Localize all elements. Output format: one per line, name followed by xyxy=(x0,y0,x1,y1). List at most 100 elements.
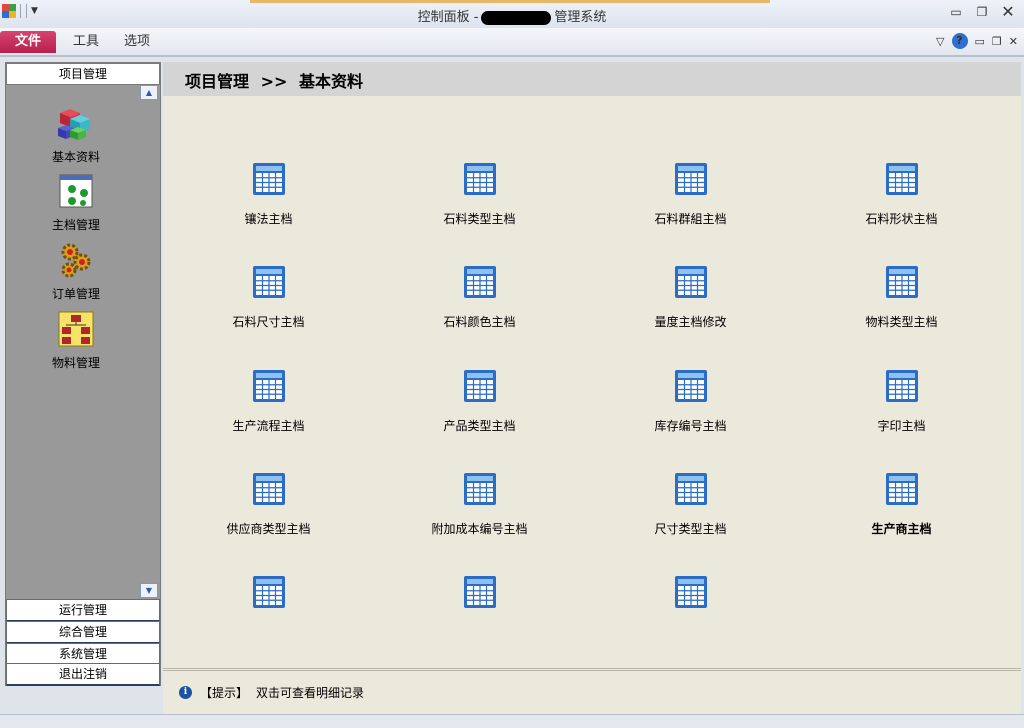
ribbon-tab-bar: 文件 工具 选项 ▽ ? ▭ ❐ ✕ xyxy=(0,28,1024,57)
tile-label: 附加成本编号主档 xyxy=(431,522,528,536)
tab-tools[interactable]: 工具 xyxy=(66,31,106,53)
tile-label: 物料类型主档 xyxy=(865,315,938,329)
ribbon-controls: ▽ ? ▭ ❐ ✕ xyxy=(936,33,1018,49)
window-title-suffix: 管理系统 xyxy=(554,10,607,25)
hint-tag: 【提示】 xyxy=(200,686,249,700)
tile-item[interactable]: 库存编号主档 xyxy=(585,369,796,434)
close-icon[interactable]: ✕ xyxy=(1009,35,1018,48)
table-grid-icon[interactable] xyxy=(463,162,497,196)
tile-item[interactable]: 生产流程主档 xyxy=(163,369,374,434)
tile-item[interactable] xyxy=(374,575,585,623)
scroll-up-icon[interactable]: ▲ xyxy=(140,85,158,100)
hint-bar: i 【提示】 双击可查看明细记录 xyxy=(163,668,1021,717)
table-grid-icon[interactable] xyxy=(674,162,708,196)
tile-label: 生产商主档 xyxy=(871,522,932,536)
scroll-down-icon[interactable]: ▼ xyxy=(140,583,158,598)
org-chart-icon xyxy=(58,311,94,347)
tile-label: 石料颜色主档 xyxy=(443,315,516,329)
breadcrumb-section[interactable]: 项目管理 xyxy=(185,72,249,91)
tile-item[interactable]: 石料颜色主档 xyxy=(374,265,585,330)
tile-label: 库存编号主档 xyxy=(654,419,727,433)
hint-text: 双击可查看明细记录 xyxy=(256,686,365,700)
sidebar-item-orders[interactable]: 订单管理 xyxy=(6,242,146,302)
tab-options[interactable]: 选项 xyxy=(117,31,157,53)
table-grid-icon[interactable] xyxy=(463,369,497,403)
tile-label: 尺寸类型主档 xyxy=(654,522,727,536)
tile-item[interactable]: 量度主档修改 xyxy=(585,265,796,330)
window-title: 控制面板 - 管理系统 xyxy=(0,6,1024,25)
sidebar-item-materials[interactable]: 物料管理 xyxy=(6,311,146,371)
tile-item[interactable] xyxy=(163,575,374,623)
hint-message: i 【提示】 双击可查看明细记录 xyxy=(179,684,364,701)
tile-item[interactable]: 石料尺寸主档 xyxy=(163,265,374,330)
tile-label: 石料尺寸主档 xyxy=(232,315,305,329)
tile-label: 产品类型主档 xyxy=(443,419,516,433)
breadcrumb-separator: >> xyxy=(260,72,288,91)
tab-file[interactable]: 文件 xyxy=(0,31,56,53)
table-grid-icon[interactable] xyxy=(252,369,286,403)
sidebar-item-master-files[interactable]: 主档管理 xyxy=(6,173,146,233)
table-grid-icon[interactable] xyxy=(674,472,708,506)
help-icon[interactable]: ? xyxy=(951,33,968,49)
tile-label: 生产流程主档 xyxy=(232,419,305,433)
title-accent-line xyxy=(250,0,770,3)
tile-item[interactable]: 石料群組主档 xyxy=(585,162,796,227)
tile-item[interactable]: 产品类型主档 xyxy=(374,369,585,434)
table-grid-icon[interactable] xyxy=(885,369,919,403)
tile-label: 石料群組主档 xyxy=(654,212,727,226)
sidebar-item-label: 基本资料 xyxy=(51,150,100,164)
table-grid-icon[interactable] xyxy=(252,575,286,609)
tile-label: 量度主档修改 xyxy=(654,315,727,329)
sidebar-group-operations[interactable]: 运行管理 xyxy=(6,599,160,622)
restore-icon[interactable]: ❐ xyxy=(974,4,990,20)
tile-item[interactable]: 石料类型主档 xyxy=(374,162,585,227)
gears-icon xyxy=(61,243,91,278)
tile-item[interactable]: 供应商类型主档 xyxy=(163,472,374,537)
tile-item[interactable]: 字印主档 xyxy=(796,369,1007,434)
table-grid-icon[interactable] xyxy=(463,472,497,506)
close-icon[interactable]: ✕ xyxy=(1000,4,1016,20)
tile-item[interactable]: 尺寸类型主档 xyxy=(585,472,796,537)
table-grid-icon[interactable] xyxy=(885,265,919,299)
tile-item[interactable] xyxy=(585,575,796,623)
table-grid-icon[interactable] xyxy=(674,265,708,299)
tile-item[interactable]: 镶法主档 xyxy=(163,162,374,227)
tile-item[interactable]: 附加成本编号主档 xyxy=(374,472,585,537)
info-icon: i xyxy=(179,686,192,699)
title-bar: ▼ 控制面板 - 管理系统 ▭ ❐ ✕ xyxy=(0,0,1024,29)
sidebar-group-general[interactable]: 综合管理 xyxy=(6,621,160,644)
table-grid-icon[interactable] xyxy=(252,472,286,506)
tile-label: 供应商类型主档 xyxy=(226,522,311,536)
breadcrumb-page: 基本资料 xyxy=(298,72,363,91)
tile-label: 镶法主档 xyxy=(244,212,293,226)
sidebar-header[interactable]: 项目管理 xyxy=(6,63,160,85)
minimize-icon[interactable]: ▭ xyxy=(975,35,985,48)
table-grid-icon[interactable] xyxy=(885,472,919,506)
sidebar-group-logout[interactable]: 退出注销 xyxy=(6,663,160,686)
sidebar-item-label: 订单管理 xyxy=(51,287,100,301)
restore-icon[interactable]: ❐ xyxy=(992,35,1002,48)
sidebar-item-basic-data[interactable]: 基本资料 xyxy=(6,105,146,165)
tile-item[interactable]: 生产商主档 xyxy=(796,472,1007,537)
breadcrumb: 项目管理 >> 基本资料 xyxy=(185,68,363,92)
status-bar xyxy=(0,714,1024,728)
table-grid-icon[interactable] xyxy=(252,265,286,299)
table-grid-icon[interactable] xyxy=(674,575,708,609)
table-grid-icon[interactable] xyxy=(252,162,286,196)
table-grid-icon[interactable] xyxy=(463,265,497,299)
minimize-icon[interactable]: ▭ xyxy=(948,4,964,20)
table-grid-icon[interactable] xyxy=(463,575,497,609)
cubes-icon xyxy=(58,109,90,140)
nodes-window-icon xyxy=(59,174,93,208)
tile-label: 石料类型主档 xyxy=(443,212,516,226)
sidebar: 项目管理 ▲ 基本资料 主档管理 订单管理 物料管理 ▼ 运行管理 综合管理 系… xyxy=(5,62,161,686)
tile-label: 字印主档 xyxy=(877,419,926,433)
content-area: 项目管理 >> 基本资料 镶法主档 石料类型主档 石料群組主档 石料形状主档石料尺寸主… xyxy=(163,62,1021,714)
window-controls: ▭ ❐ ✕ xyxy=(948,4,1016,20)
tile-item[interactable]: 物料类型主档 xyxy=(796,265,1007,330)
page-header: 项目管理 >> 基本资料 xyxy=(163,62,1021,96)
chevron-down-icon[interactable]: ▽ xyxy=(936,35,944,48)
table-grid-icon[interactable] xyxy=(885,162,919,196)
tile-item[interactable]: 石料形状主档 xyxy=(796,162,1007,227)
table-grid-icon[interactable] xyxy=(674,369,708,403)
